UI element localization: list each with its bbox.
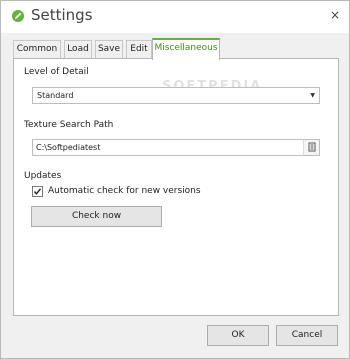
tab-edit[interactable]: Edit [126,40,152,59]
title-bar: Settings × [1,1,349,33]
check-now-button[interactable]: Check now [31,206,162,227]
cancel-button[interactable]: Cancel [276,325,338,346]
close-icon[interactable]: × [327,7,343,23]
tab-save[interactable]: Save [95,40,123,59]
checkmark-icon [33,188,42,195]
ok-button[interactable]: OK [207,325,269,346]
browse-button[interactable] [303,140,319,155]
pencil-icon [12,10,24,22]
miscellaneous-panel: SOFTPEDIA Level of Detail Standard ▼ Tex… [13,58,339,316]
texture-search-path-label: Texture Search Path [24,120,114,130]
tab-load[interactable]: Load [64,40,92,59]
auto-check-label: Automatic check for new versions [48,186,201,196]
auto-check-checkbox[interactable] [32,186,43,197]
tab-miscellaneous[interactable]: Miscellaneous [152,38,220,60]
texture-search-path-field [32,139,320,156]
tab-common[interactable]: Common [13,40,61,59]
dropdown-arrow-icon: ▼ [310,92,315,99]
texture-search-path-input[interactable] [33,140,303,155]
window-title: Settings [31,6,93,24]
folder-browse-icon [308,142,316,152]
level-of-detail-label: Level of Detail [24,67,89,77]
dialog-body: Common Load Save Edit Miscellaneous SOFT… [1,33,349,358]
level-of-detail-select[interactable]: Standard ▼ [32,87,320,104]
settings-dialog: Settings × Common Load Save Edit Miscell… [0,0,350,359]
level-of-detail-value: Standard [37,91,74,100]
updates-label: Updates [24,171,62,181]
